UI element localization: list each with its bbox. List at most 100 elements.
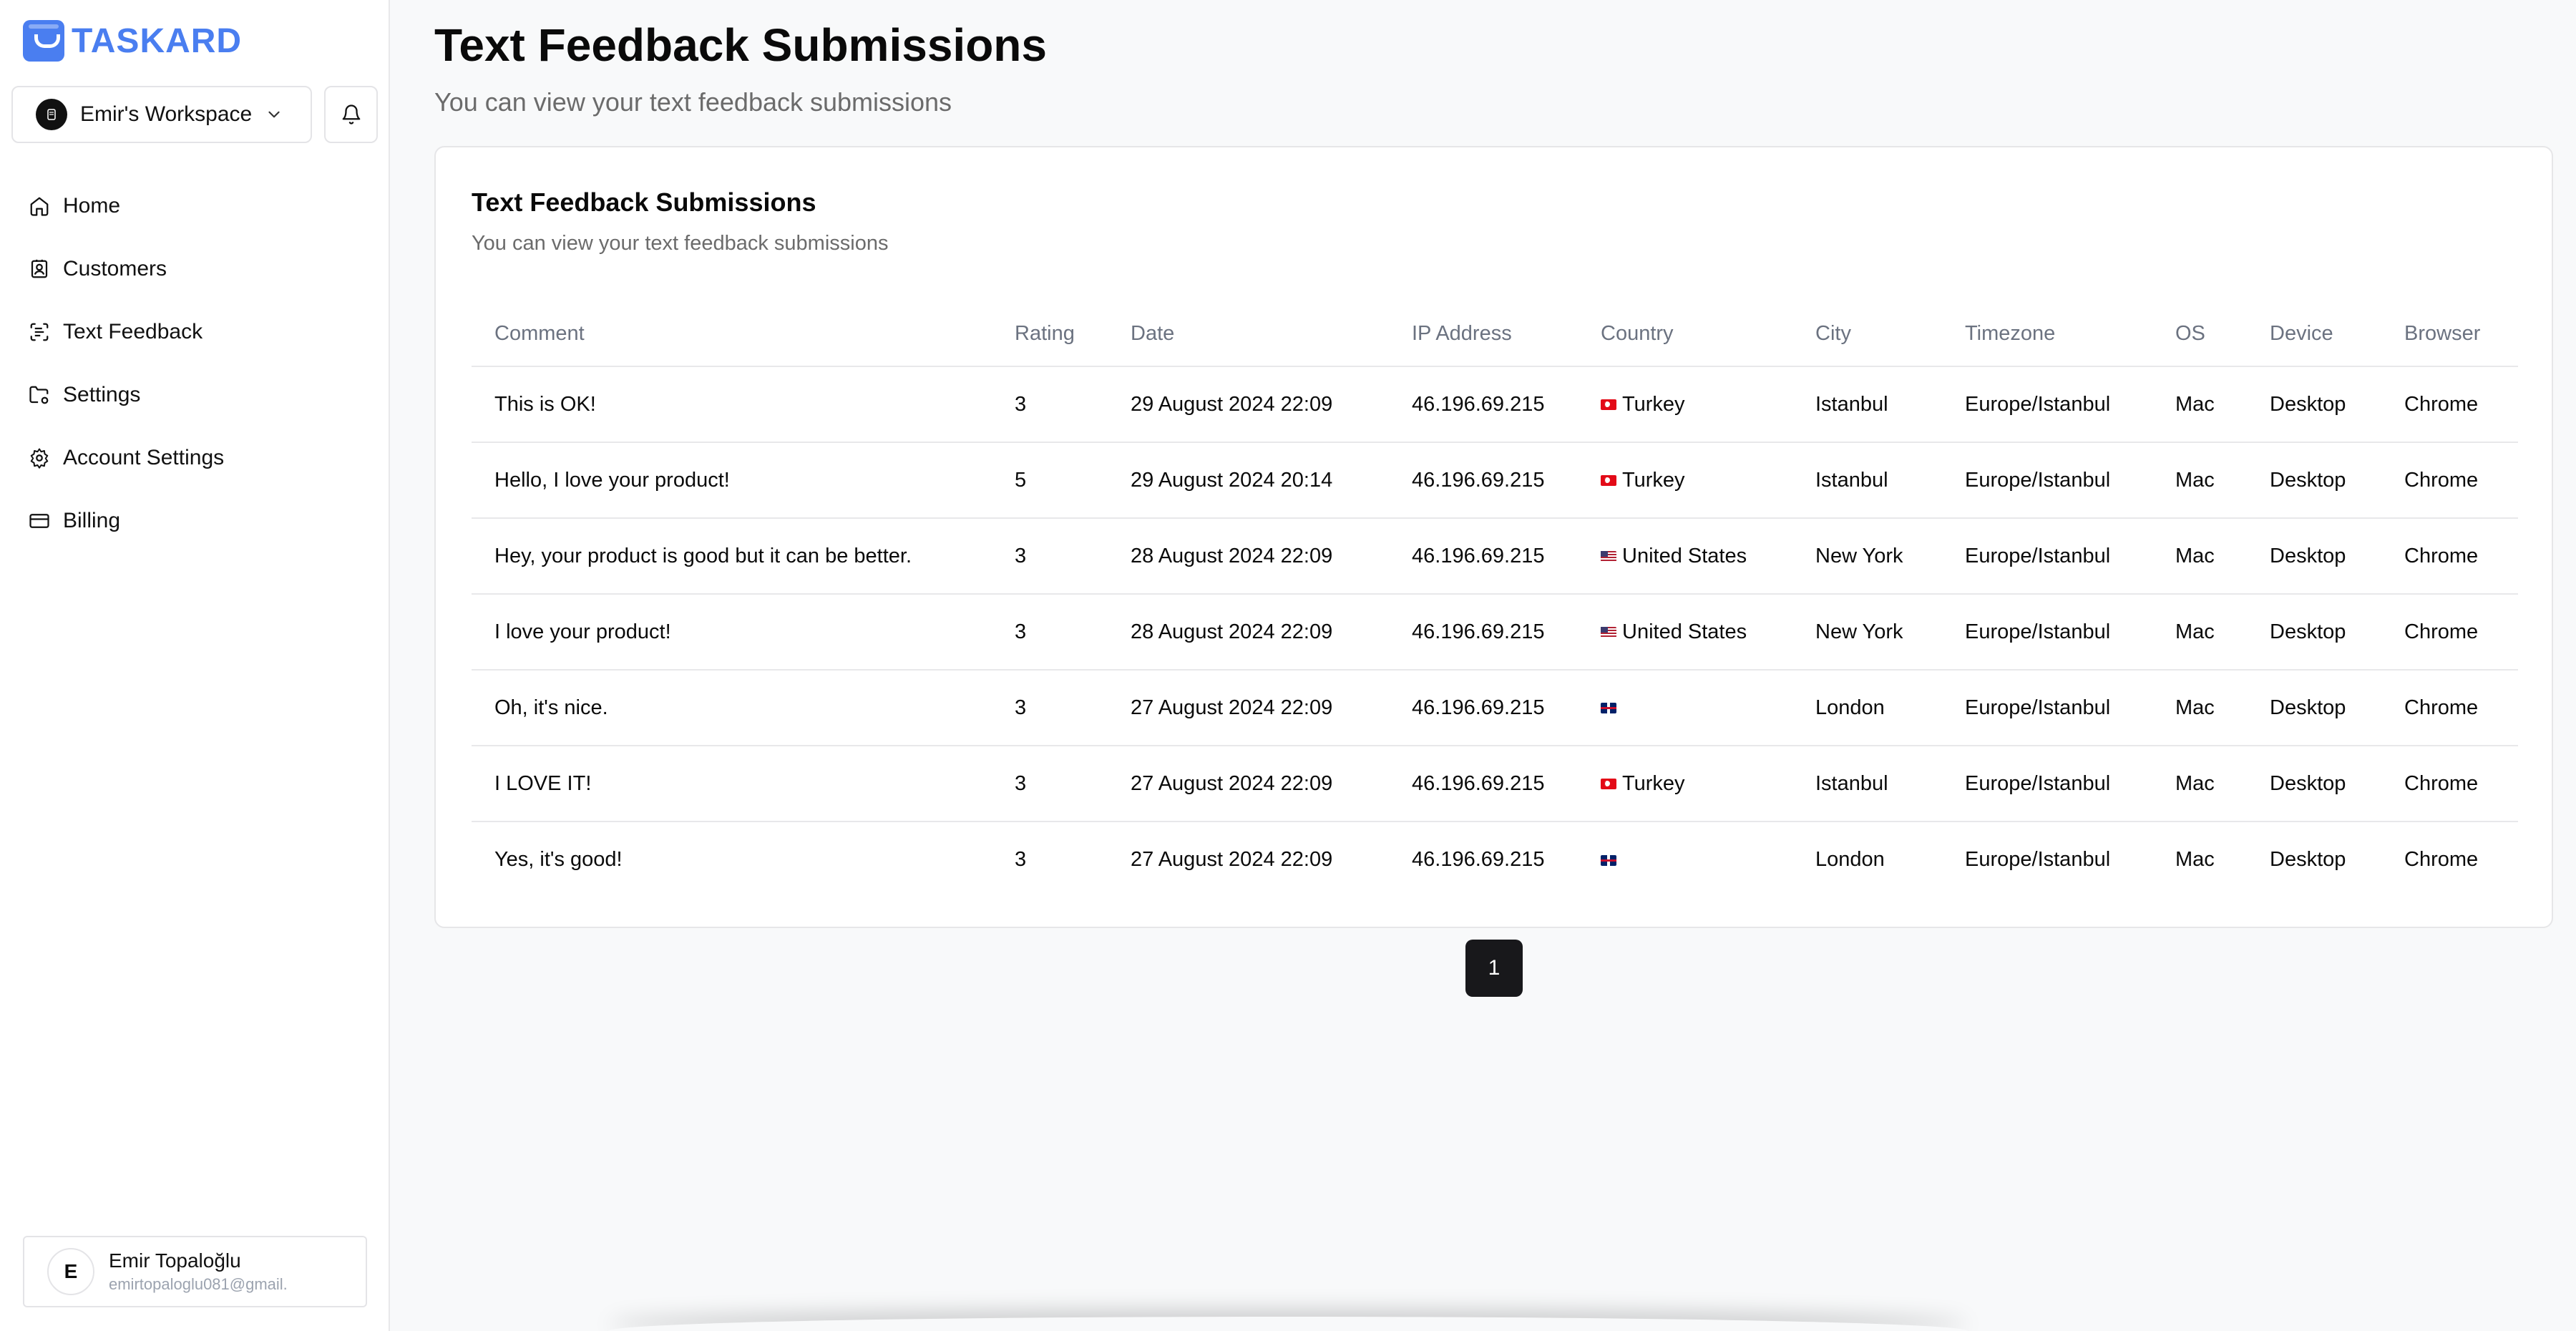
cell-comment: This is OK! <box>472 366 992 443</box>
column-header-timezone[interactable]: Timezone <box>1942 302 2152 367</box>
cell-rating: 3 <box>992 746 1108 822</box>
sidebar-nav: Home Customers Text Feedback Settings Ac… <box>29 175 224 552</box>
feedback-table: Comment Rating Date IP Address Country C… <box>472 302 2518 897</box>
sidebar-item-label: Text Feedback <box>63 320 203 343</box>
cell-device: Desktop <box>2270 848 2346 871</box>
table-row[interactable]: This is OK! 3 29 August 2024 22:09 46.196.6… <box>472 366 2518 443</box>
cell-comment: Oh, it's nice. <box>472 670 992 746</box>
column-header-os[interactable]: OS <box>2152 302 2247 367</box>
scan-text-icon <box>30 323 49 341</box>
cell-comment: Hello, I love your product! <box>472 442 992 519</box>
column-header-ip-address[interactable]: IP Address <box>1389 302 1578 367</box>
cell-comment: I love your product! <box>472 594 992 671</box>
sidebar-item-label: Account Settings <box>63 446 225 469</box>
cell-country: Turkey <box>1578 442 1792 519</box>
cell-browser: Chrome <box>2381 442 2518 519</box>
table-row[interactable]: Yes, it's good! 3 27 August 2024 22:09 46.1… <box>472 821 2518 897</box>
cell-date: 29 August 2024 20:14 <box>1108 442 1389 519</box>
flag-us-icon <box>1601 551 1616 562</box>
cell-timezone: Europe/Istanbul <box>1942 518 2152 595</box>
workspace-switcher[interactable]: Emir's Workspace <box>11 86 312 143</box>
country-name: Turkey <box>1622 468 1685 492</box>
chevron-down-icon <box>268 111 280 118</box>
contact-icon <box>31 259 48 278</box>
cell-ip: 46.196.69.215 <box>1389 594 1578 671</box>
cell-browser: Chrome <box>2381 594 2518 671</box>
table-row[interactable]: Oh, it's nice. 3 27 August 2024 22:09 46.19… <box>472 670 2518 746</box>
avatar: E <box>47 1248 94 1295</box>
sidebar-item-label: Billing <box>63 509 121 532</box>
country-name: United States <box>1622 620 1747 643</box>
column-header-date[interactable]: Date <box>1108 302 1389 367</box>
cell-browser: Chrome <box>2381 366 2518 443</box>
cell-date: 27 August 2024 22:09 <box>1108 670 1389 746</box>
cell-timezone: Europe/Istanbul <box>1942 746 2152 822</box>
cell-ip: 46.196.69.215 <box>1412 848 1545 871</box>
cell-timezone: Europe/Istanbul <box>1942 366 2152 443</box>
cell-country <box>1578 670 1792 746</box>
cell-ip: 46.196.69.215 <box>1389 442 1578 519</box>
sidebar-item-home[interactable]: Home <box>29 175 224 238</box>
cell-os: Mac <box>2152 518 2247 595</box>
pagination-page-button[interactable]: 1 <box>1465 940 1523 997</box>
user-name: Emir Topaloğlu <box>109 1249 241 1272</box>
cell-os: Mac <box>2152 442 2247 519</box>
user-info: Emir Topaloğlu emirtopaloglu081@gmail. <box>109 1249 288 1294</box>
cell-rating: 3 <box>992 366 1108 443</box>
sidebar-item-label: Home <box>63 194 121 218</box>
cell-city: Istanbul <box>1792 442 1942 519</box>
cell-os: Mac <box>2175 848 2215 871</box>
sidebar-item-account-settings[interactable]: Account Settings <box>29 426 224 489</box>
card-subtitle: You can view your text feedback submissi… <box>472 232 889 255</box>
user-profile-card[interactable]: E Emir Topaloğlu emirtopaloglu081@gmail. <box>23 1236 367 1307</box>
cell-device: Desktop <box>2247 366 2381 443</box>
cell-city: Istanbul <box>1792 366 1942 443</box>
gear-icon <box>30 448 49 469</box>
cell-date: 28 August 2024 22:09 <box>1108 518 1389 595</box>
cell-device: Desktop <box>2247 594 2381 671</box>
table-body: This is OK! 3 29 August 2024 22:09 46.196.6… <box>472 366 2518 897</box>
country-name: Turkey <box>1622 392 1685 416</box>
cell-os: Mac <box>2152 746 2247 822</box>
cell-ip: 46.196.69.215 <box>1389 518 1578 595</box>
notifications-button[interactable] <box>324 86 378 143</box>
cell-date: 28 August 2024 22:09 <box>1108 594 1389 671</box>
cell-country: United States <box>1578 594 1792 671</box>
cell-country <box>1578 821 1792 897</box>
cell-browser: Chrome <box>2381 746 2518 822</box>
sidebar-item-customers[interactable]: Customers <box>29 238 224 301</box>
cell-city: New York <box>1792 594 1942 671</box>
cell-device: Desktop <box>2247 746 2381 822</box>
table-row[interactable]: I LOVE IT! 3 27 August 2024 22:09 46.196.69… <box>472 746 2518 822</box>
cell-date: 27 August 2024 22:09 <box>1108 746 1389 822</box>
sidebar-item-text-feedback[interactable]: Text Feedback <box>29 301 224 364</box>
column-header-country[interactable]: Country <box>1578 302 1792 367</box>
country-name: Turkey <box>1622 771 1685 795</box>
column-header-comment[interactable]: Comment <box>472 302 992 367</box>
cell-browser: Chrome <box>2381 670 2518 746</box>
column-header-device[interactable]: Device <box>2247 302 2381 367</box>
sidebar-item-settings[interactable]: Settings <box>29 364 224 426</box>
cell-city: Istanbul <box>1792 746 1942 822</box>
folder-cog-icon <box>29 386 49 404</box>
workspace-avatar <box>36 99 67 130</box>
bottom-edge-shadow <box>608 1317 1968 1331</box>
column-header-rating[interactable]: Rating <box>992 302 1108 367</box>
cell-comment: I LOVE IT! <box>472 746 992 822</box>
card-title: Text Feedback Submissions <box>472 187 816 217</box>
cell-timezone: Europe/Istanbul <box>1965 848 2111 871</box>
page-title: Text Feedback Submissions <box>434 19 1047 71</box>
column-header-browser[interactable]: Browser <box>2381 302 2518 367</box>
table-row[interactable]: Hey, your product is good but it can be … <box>472 518 2518 595</box>
logo[interactable]: TASKARD <box>23 20 242 62</box>
cell-rating: 3 <box>992 670 1108 746</box>
sidebar-item-billing[interactable]: Billing <box>29 489 224 552</box>
cell-ip: 46.196.69.215 <box>1389 746 1578 822</box>
cell-ip: 46.196.69.215 <box>1389 366 1578 443</box>
cell-city: London <box>1815 848 1885 871</box>
column-header-city[interactable]: City <box>1792 302 1942 367</box>
flag-gb-icon <box>1601 703 1616 714</box>
table-row[interactable]: I love your product! 3 28 August 2024 22:0… <box>472 594 2518 671</box>
cell-os: Mac <box>2152 670 2247 746</box>
table-row[interactable]: Hello, I love your product! 5 29 August 20… <box>472 442 2518 519</box>
